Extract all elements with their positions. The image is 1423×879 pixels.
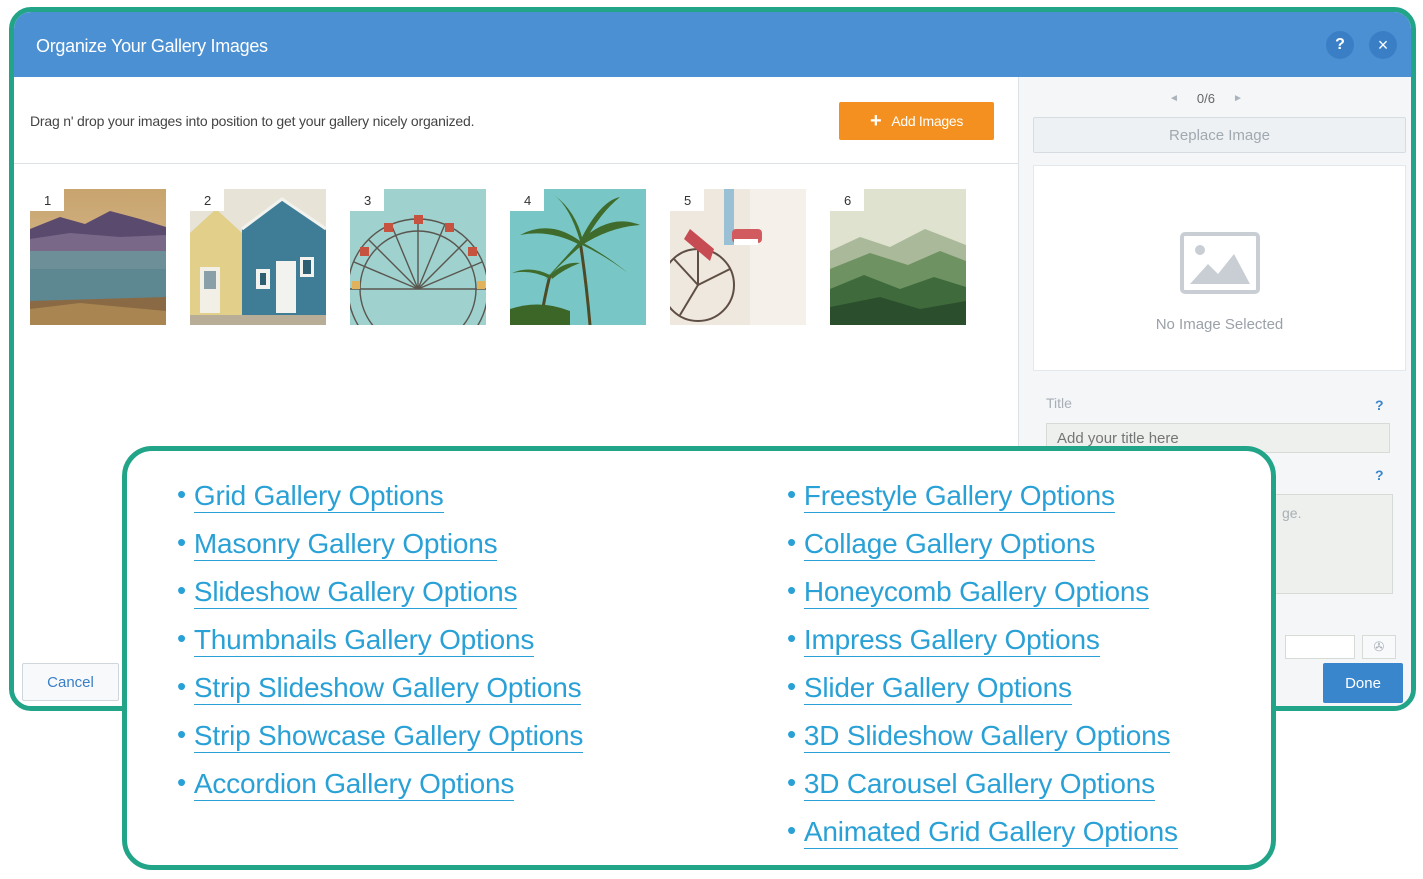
bullet: •	[787, 671, 796, 701]
thumbnail-number: 2	[190, 189, 224, 211]
thumbnail-number: 6	[830, 189, 864, 211]
thumbnail-number: 3	[350, 189, 384, 211]
image-pager: ◄ 0/6 ►	[1169, 91, 1243, 106]
option-3d-carousel[interactable]: • 3D Carousel Gallery Options	[787, 767, 1178, 817]
next-arrow-icon[interactable]: ►	[1233, 93, 1243, 104]
pager-count: 0/6	[1196, 91, 1215, 106]
title-label: Title	[1046, 395, 1072, 411]
option-link[interactable]: Grid Gallery Options	[193, 481, 444, 514]
bullet: •	[787, 767, 796, 797]
bullet: •	[177, 623, 186, 653]
gallery-thumbnail[interactable]: 3	[350, 189, 486, 325]
option-grid[interactable]: • Grid Gallery Options	[177, 479, 583, 529]
cancel-button[interactable]: Cancel	[22, 663, 119, 701]
option-freestyle[interactable]: • Freestyle Gallery Options	[787, 479, 1178, 529]
gallery-options-list: • Grid Gallery Options • Masonry Gallery O…	[122, 446, 1276, 870]
option-3d-slideshow[interactable]: • 3D Slideshow Gallery Options	[787, 719, 1178, 769]
bullet: •	[787, 479, 796, 509]
add-images-button[interactable]: + Add Images	[839, 102, 994, 140]
bullet: •	[177, 575, 186, 605]
option-link[interactable]: Freestyle Gallery Options	[803, 481, 1115, 514]
gallery-thumbnail[interactable]: 1	[30, 189, 166, 325]
add-images-label: Add Images	[891, 113, 964, 129]
close-button[interactable]: ×	[1369, 31, 1397, 59]
description-help-icon[interactable]: ?	[1375, 467, 1384, 483]
options-left-column: • Grid Gallery Options • Masonry Gallery O…	[177, 479, 583, 817]
gallery-thumbnail[interactable]: 5	[670, 189, 806, 325]
dialog-titlebar: Organize Your Gallery Images ? ×	[14, 12, 1411, 77]
option-link[interactable]: Collage Gallery Options	[803, 529, 1095, 562]
bullet: •	[177, 527, 186, 557]
dialog-title: Organize Your Gallery Images	[36, 36, 268, 56]
option-slideshow[interactable]: • Slideshow Gallery Options	[177, 575, 583, 625]
option-collage[interactable]: • Collage Gallery Options	[787, 527, 1178, 577]
option-strip-slideshow[interactable]: • Strip Slideshow Gallery Options	[177, 671, 583, 721]
thumbnail-number: 1	[30, 189, 64, 211]
options-right-column: • Freestyle Gallery Options • Collage Gall…	[787, 479, 1178, 865]
help-button[interactable]: ?	[1326, 31, 1354, 59]
option-strip-showcase[interactable]: • Strip Showcase Gallery Options	[177, 719, 583, 769]
option-masonry[interactable]: • Masonry Gallery Options	[177, 527, 583, 577]
option-link[interactable]: Accordion Gallery Options	[193, 769, 514, 802]
replace-image-button[interactable]: Replace Image	[1033, 117, 1406, 153]
gallery-thumbnail[interactable]: 4	[510, 189, 646, 325]
option-impress[interactable]: • Impress Gallery Options	[787, 623, 1178, 673]
bullet: •	[177, 671, 186, 701]
bullet: •	[787, 623, 796, 653]
bullet: •	[177, 767, 186, 797]
option-slider[interactable]: • Slider Gallery Options	[787, 671, 1178, 721]
gallery-thumbnail[interactable]: 6	[830, 189, 966, 325]
option-link[interactable]: Masonry Gallery Options	[193, 529, 498, 562]
option-link[interactable]: 3D Carousel Gallery Options	[803, 769, 1155, 802]
prev-arrow-icon[interactable]: ◄	[1169, 93, 1179, 104]
bullet: •	[787, 575, 796, 605]
bullet: •	[787, 527, 796, 557]
link-input[interactable]	[1285, 635, 1355, 659]
image-placeholder-icon	[1180, 232, 1260, 294]
description-placeholder: ge.	[1282, 505, 1302, 521]
bullet: •	[787, 815, 796, 845]
option-link[interactable]: Animated Grid Gallery Options	[803, 817, 1178, 850]
option-link[interactable]: Thumbnails Gallery Options	[193, 625, 534, 658]
thumbnail-number: 4	[510, 189, 544, 211]
option-link[interactable]: Slideshow Gallery Options	[193, 577, 517, 610]
option-link[interactable]: Honeycomb Gallery Options	[803, 577, 1149, 610]
link-icon[interactable]: ✇	[1362, 635, 1396, 659]
option-thumbnails[interactable]: • Thumbnails Gallery Options	[177, 623, 583, 673]
option-honeycomb[interactable]: • Honeycomb Gallery Options	[787, 575, 1178, 625]
option-link[interactable]: Impress Gallery Options	[803, 625, 1100, 658]
no-image-text: No Image Selected	[1155, 316, 1284, 333]
image-preview: No Image Selected	[1033, 165, 1406, 371]
gallery-thumbnail[interactable]: 2	[190, 189, 326, 325]
instruction-text: Drag n' drop your images into position t…	[30, 113, 475, 129]
option-link[interactable]: Slider Gallery Options	[803, 673, 1072, 706]
option-link[interactable]: 3D Slideshow Gallery Options	[803, 721, 1170, 754]
plus-icon: +	[869, 110, 882, 132]
option-link[interactable]: Strip Slideshow Gallery Options	[193, 673, 582, 706]
done-button[interactable]: Done	[1323, 663, 1403, 703]
option-link[interactable]: Strip Showcase Gallery Options	[193, 721, 583, 754]
title-help-icon[interactable]: ?	[1375, 397, 1384, 413]
description-textarea[interactable]: ge.	[1269, 494, 1393, 594]
bullet: •	[177, 479, 186, 509]
option-accordion[interactable]: • Accordion Gallery Options	[177, 767, 583, 817]
thumbnail-number: 5	[670, 189, 704, 211]
bullet: •	[177, 719, 186, 749]
divider	[14, 163, 1018, 164]
bullet: •	[787, 719, 796, 749]
option-animated-grid[interactable]: • Animated Grid Gallery Options	[787, 815, 1178, 865]
